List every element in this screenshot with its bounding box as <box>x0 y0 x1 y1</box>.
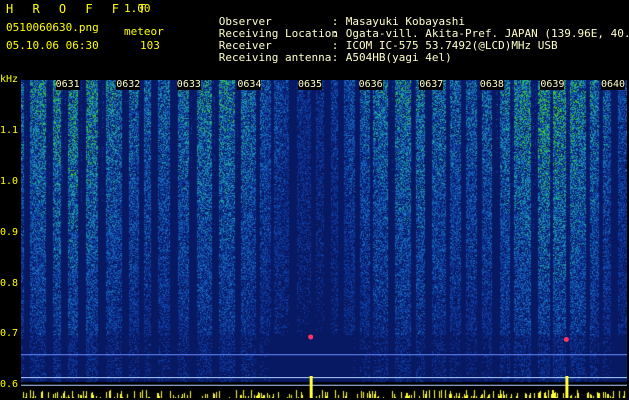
mode-label: meteor <box>124 25 164 38</box>
x-tick-label: 0633 <box>176 79 201 90</box>
x-tick-label: 0631 <box>55 79 80 90</box>
date-time: 05.10.06 06:30 <box>6 39 99 52</box>
x-tick-label: 0639 <box>540 79 565 90</box>
x-tick-label: 0638 <box>479 79 504 90</box>
info-label: Receiving antenna <box>218 51 332 64</box>
echo-count: 103 <box>140 39 160 52</box>
x-tick-label: 0635 <box>298 79 323 90</box>
x-tick-label: 0640 <box>601 79 626 90</box>
y-axis-unit: kHz <box>0 74 19 85</box>
file-name: 0510060630.png <box>6 21 99 34</box>
y-tick-label: 1.0 <box>0 175 19 187</box>
spectrogram-canvas <box>21 80 627 398</box>
hrofft-window: H R O F F T 1.00 0510060630.png meteor 0… <box>0 0 629 400</box>
x-tick-label: 0636 <box>358 79 383 90</box>
y-tick-label: 0.7 <box>0 328 19 340</box>
y-tick-label: 1.1 <box>0 124 19 136</box>
x-tick-label: 0632 <box>116 79 141 90</box>
info-value: A504HB(yagi 4el) <box>345 51 452 64</box>
info-row-antenna: Receiving antenna: A504HB(yagi 4el) <box>218 51 452 64</box>
y-tick-label: 0.9 <box>0 226 19 238</box>
x-tick-label: 0637 <box>419 79 444 90</box>
app-version: 1.00 <box>124 2 151 15</box>
spectrogram-plot <box>21 80 627 398</box>
x-tick-label: 0634 <box>237 79 262 90</box>
y-tick-label: 0.6 <box>0 379 19 391</box>
y-tick-label: 0.8 <box>0 277 19 289</box>
